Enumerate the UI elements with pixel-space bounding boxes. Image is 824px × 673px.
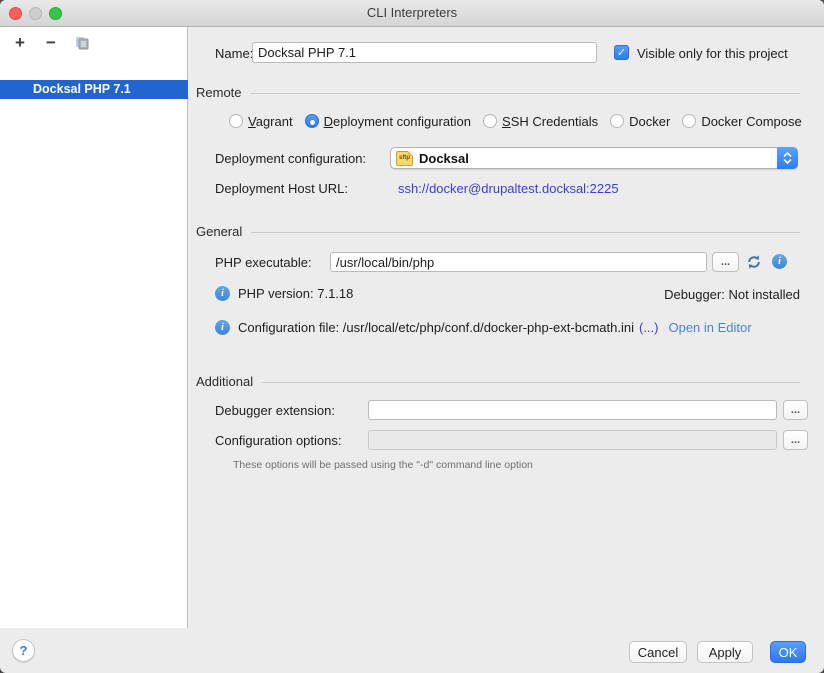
configuration-options-browse-button[interactable]: ...	[783, 430, 808, 450]
remote-section-label: Remote	[196, 85, 242, 100]
radio-label: Docker Compose	[701, 114, 801, 129]
check-icon: ✓	[617, 47, 626, 59]
section-divider	[251, 232, 800, 233]
interpreter-list-item[interactable]: Docksal PHP 7.1	[0, 80, 188, 99]
visible-only-checkbox[interactable]: ✓	[614, 45, 629, 60]
copy-icon	[75, 36, 89, 50]
additional-section-header: Additional	[196, 374, 800, 389]
deployment-configuration-label: Deployment configuration:	[215, 151, 366, 166]
reload-interpreter-button[interactable]	[745, 253, 763, 271]
radio-label: Docker	[629, 114, 670, 129]
php-executable-browse-button[interactable]: ...	[712, 252, 739, 272]
php-executable-field[interactable]	[330, 252, 707, 272]
sidebar-toolbar: + −	[10, 31, 92, 55]
remote-section-header: Remote	[196, 85, 800, 100]
add-interpreter-button[interactable]: +	[10, 33, 30, 53]
open-in-editor-link[interactable]: Open in Editor	[668, 320, 751, 335]
apply-button[interactable]: Apply	[697, 641, 753, 663]
configuration-file-row: i Configuration file: /usr/local/etc/php…	[215, 320, 752, 335]
configuration-options-label: Configuration options:	[215, 433, 341, 448]
general-section-label: General	[196, 224, 242, 239]
radio-button-icon	[229, 114, 243, 128]
debugger-extension-label: Debugger extension:	[215, 403, 335, 418]
radio-button-icon	[682, 114, 696, 128]
visible-only-label: Visible only for this project	[637, 46, 788, 61]
name-label: Name:	[215, 46, 253, 61]
radio-docker-compose[interactable]: Docker Compose	[682, 114, 801, 129]
additional-section-label: Additional	[196, 374, 253, 389]
radio-label: Deployment configuration	[324, 114, 471, 129]
configuration-file-text: Configuration file: /usr/local/etc/php/c…	[238, 320, 634, 335]
radio-button-icon	[305, 114, 319, 128]
php-version-row: i PHP version: 7.1.18	[215, 286, 353, 301]
remote-type-radio-group: Vagrant Deployment configuration SSH Crede…	[229, 112, 824, 130]
debugger-extension-field[interactable]	[368, 400, 777, 420]
info-icon: i	[215, 286, 230, 301]
cli-interpreters-dialog: CLI Interpreters + − Docksal PHP 7.1	[0, 0, 824, 673]
deployment-host-url-label: Deployment Host URL:	[215, 181, 348, 196]
radio-vagrant[interactable]: Vagrant	[229, 114, 293, 129]
interpreter-sidebar: + − Docksal PHP 7.1	[0, 27, 188, 628]
radio-button-icon	[610, 114, 624, 128]
radio-docker[interactable]: Docker	[610, 114, 670, 129]
radio-deployment-configuration[interactable]: Deployment configuration	[305, 114, 471, 129]
configuration-file-expand-link[interactable]: (...)	[639, 320, 659, 335]
php-executable-label: PHP executable:	[215, 255, 312, 270]
php-executable-info-button[interactable]: i	[772, 254, 787, 269]
ok-button[interactable]: OK	[770, 641, 806, 663]
deployment-host-url-value: ssh://docker@drupaltest.docksal:2225	[398, 181, 619, 196]
name-field[interactable]	[252, 42, 597, 63]
radio-label: Vagrant	[248, 114, 293, 129]
copy-interpreter-button[interactable]	[72, 33, 92, 53]
titlebar: CLI Interpreters	[0, 0, 824, 27]
options-hint-text: These options will be passed using the "…	[233, 459, 533, 471]
info-icon: i	[215, 320, 230, 335]
sftp-icon: sftp	[396, 151, 413, 166]
dropdown-chevrons-icon	[777, 147, 798, 169]
radio-label: SSH Credentials	[502, 114, 598, 129]
deployment-configuration-value: Docksal	[419, 151, 469, 166]
window-title: CLI Interpreters	[0, 5, 824, 20]
debugger-extension-browse-button[interactable]: ...	[783, 400, 808, 420]
radio-button-icon	[483, 114, 497, 128]
radio-ssh-credentials[interactable]: SSH Credentials	[483, 114, 598, 129]
help-button[interactable]: ?	[12, 639, 35, 662]
debugger-status-text: Debugger: Not installed	[664, 287, 800, 302]
section-divider	[251, 93, 800, 94]
section-divider	[262, 382, 800, 383]
general-section-header: General	[196, 224, 800, 239]
cancel-button[interactable]: Cancel	[629, 641, 687, 663]
remove-interpreter-button[interactable]: −	[41, 33, 61, 53]
configuration-options-field	[368, 430, 777, 450]
deployment-configuration-select[interactable]: sftp Docksal	[390, 147, 798, 169]
php-version-text: PHP version: 7.1.18	[238, 286, 353, 301]
